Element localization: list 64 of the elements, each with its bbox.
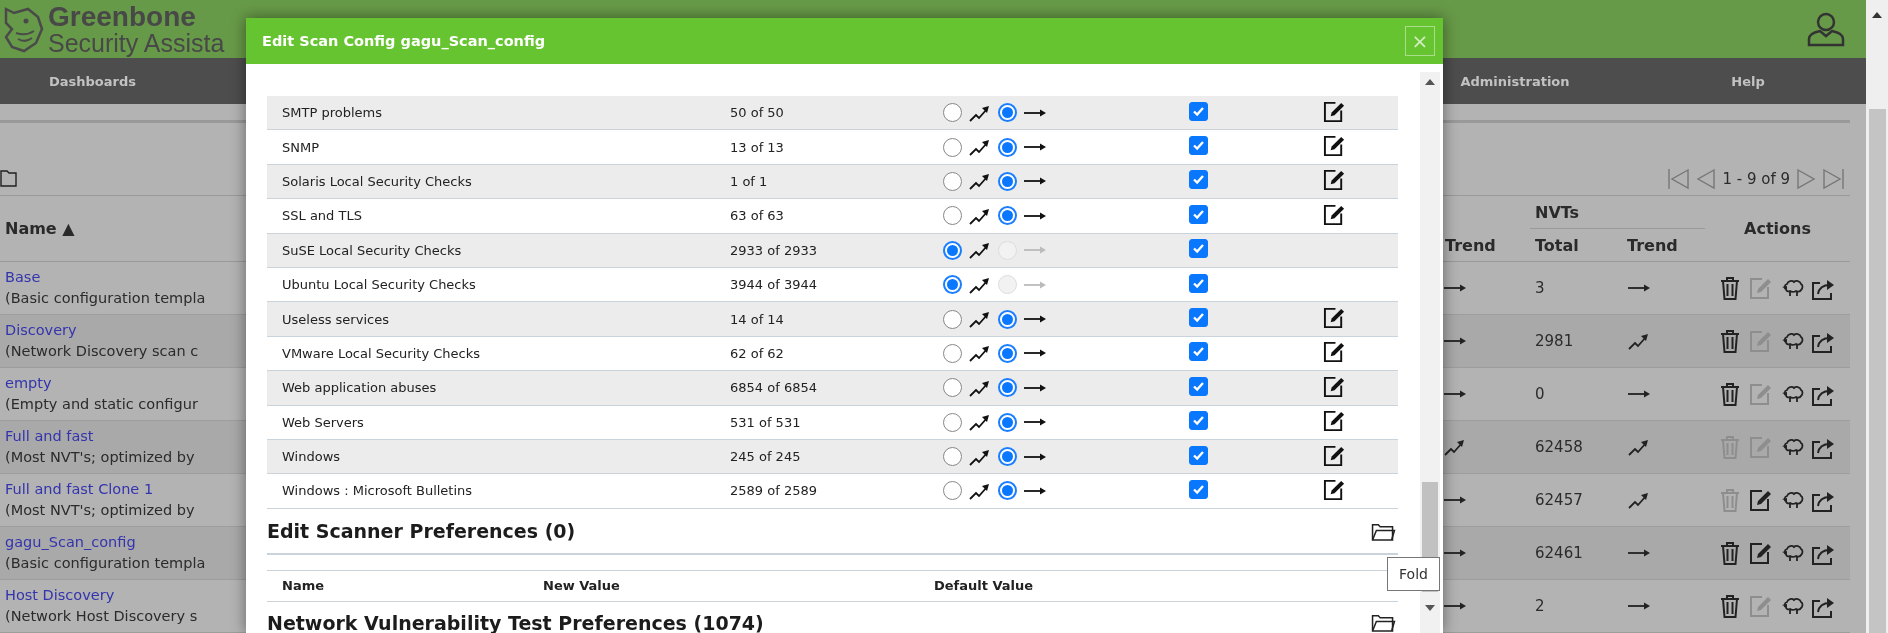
nvt-total: 62461 — [1534, 544, 1584, 562]
column-header: Trend — [1444, 235, 1497, 255]
page-count: 1 - 9 of 9 — [1722, 170, 1790, 188]
config-description: (Basic configuration templa — [5, 554, 206, 573]
family-name: Web application abuses — [281, 380, 438, 396]
family-name: Ubuntu Local Security Checks — [281, 277, 477, 293]
nvt-count: 2933 of 2933 — [730, 242, 818, 258]
config-link[interactable]: Host Discovery — [5, 585, 115, 606]
family-name: SMTP problems — [281, 105, 383, 121]
family-name: SuSE Local Security Checks — [281, 242, 463, 258]
nvt-count: 6854 of 6854 — [730, 380, 818, 396]
family-name: Solaris Local Security Checks — [281, 173, 473, 189]
nvt-total: 2 — [1534, 597, 1546, 615]
config-link[interactable]: Discovery — [5, 320, 77, 341]
config-link[interactable]: gagu_Scan_config — [5, 532, 136, 553]
logo-subtitle: Security Assista — [48, 30, 225, 56]
nvt-count: 14 of 14 — [730, 311, 785, 327]
family-name: Useless services — [281, 311, 390, 327]
column-header[interactable]: Total — [1530, 235, 1622, 255]
config-description: (Network Discovery scan c — [5, 342, 199, 361]
tooltip: Fold — [1387, 557, 1440, 591]
config-description: (Basic configuration templa — [5, 289, 206, 308]
config-description: (Empty and static configur — [5, 395, 198, 414]
column-header: NVTs — [1530, 196, 1705, 229]
config-description: (Network Host Discovery s — [5, 607, 198, 626]
column-header[interactable]: Name ▲ — [5, 219, 75, 238]
family-name: VMware Local Security Checks — [281, 345, 481, 361]
column-header: Default Value — [934, 578, 1035, 594]
config-description: (Most NVT's; optimized by — [5, 501, 195, 520]
section-heading: Edit Scanner Preferences (0) — [267, 519, 576, 542]
nvt-count: 63 of 63 — [730, 208, 785, 224]
logo-title: Greenbone — [48, 2, 197, 31]
nvt-total: 0 — [1534, 385, 1546, 403]
nav-item[interactable]: Help — [1731, 73, 1765, 89]
config-link[interactable]: empty — [5, 373, 52, 394]
nvt-total: 62458 — [1534, 438, 1584, 456]
nav-item[interactable]: Dashboards — [49, 73, 136, 89]
section-heading: Network Vulnerability Test Preferences (1074) — [267, 611, 764, 633]
config-link[interactable]: Full and fast — [5, 426, 94, 447]
nvt-count: 2589 of 2589 — [730, 483, 818, 499]
family-name: Web Servers — [281, 414, 365, 430]
nvt-total: 3 — [1534, 279, 1546, 297]
config-link[interactable]: Full and fast Clone 1 — [5, 479, 154, 500]
nvt-count: 50 of 50 — [730, 105, 785, 121]
config-link[interactable]: Base — [5, 267, 41, 288]
nvt-total: 62457 — [1534, 491, 1584, 509]
nvt-count: 531 of 531 — [730, 414, 802, 430]
column-header: New Value — [543, 578, 621, 594]
nvt-count: 245 of 245 — [730, 449, 802, 465]
nvt-count: 1 of 1 — [730, 173, 769, 189]
family-name: SNMP — [281, 139, 321, 155]
config-description: (Most NVT's; optimized by — [5, 448, 195, 467]
family-name: Windows : Microsoft Bulletins — [281, 483, 474, 499]
nav-item[interactable]: Administration — [1460, 73, 1570, 89]
column-header: Actions — [1744, 219, 1811, 238]
nvt-count: 62 of 62 — [730, 345, 785, 361]
nvt-count: 3944 of 3944 — [730, 277, 818, 293]
column-header: Name — [281, 578, 325, 594]
nvt-total: 2981 — [1534, 332, 1575, 350]
dialog-title: Edit Scan Config gagu_Scan_config — [262, 33, 546, 49]
family-name: SSL and TLS — [281, 208, 363, 224]
family-name: Windows — [281, 449, 342, 465]
column-header[interactable]: Trend — [1622, 235, 1705, 255]
nvt-count: 13 of 13 — [730, 139, 785, 155]
